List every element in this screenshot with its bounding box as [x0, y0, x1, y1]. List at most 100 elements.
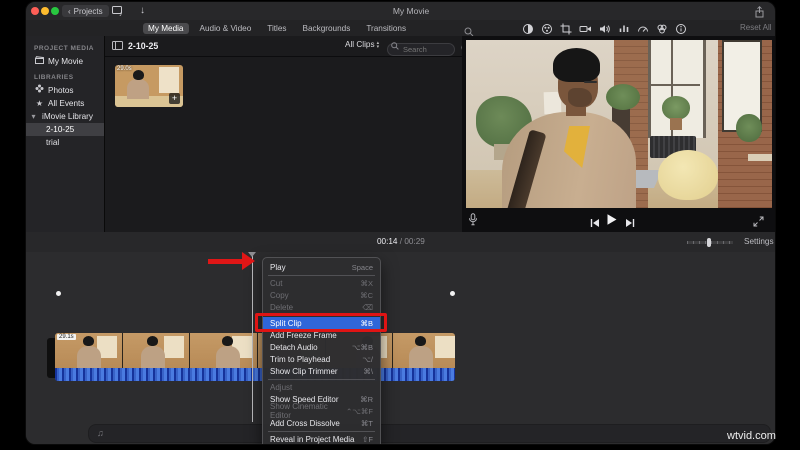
timeline-header: 00:14 / 00:29: [26, 232, 775, 253]
add-to-timeline-button[interactable]: +: [169, 93, 180, 104]
background-music-lane[interactable]: ♫: [88, 424, 771, 443]
sidebar-toggle-icon[interactable]: [112, 37, 123, 55]
sidebar-item-photos[interactable]: Photos: [26, 84, 104, 97]
play-button[interactable]: [605, 213, 618, 231]
timeline[interactable]: 29.1s ♫: [26, 252, 775, 444]
person-beard-shape: [568, 88, 592, 107]
zoom-slider-thumb[interactable]: [707, 238, 711, 247]
tab-audio-video[interactable]: Audio & Video: [195, 23, 257, 34]
browser-event-title: 2-10-25: [128, 41, 158, 51]
side-table-shape: [748, 154, 772, 161]
watermark: wtvid.com: [727, 430, 776, 442]
crop-icon[interactable]: [560, 23, 572, 35]
tab-my-media[interactable]: My Media: [143, 23, 189, 34]
media-organizer-icon[interactable]: ♪: [112, 6, 124, 18]
sidebar-label: iMovie Library: [42, 110, 93, 123]
color-correction-icon[interactable]: [541, 23, 553, 35]
timeline-zoom-slider[interactable]: [687, 241, 733, 244]
zoom-button[interactable]: [51, 7, 59, 15]
annotation-highlight-box: [255, 313, 387, 332]
menu-item-delete: Delete⌫: [263, 301, 380, 313]
search-field[interactable]: [387, 39, 455, 52]
info-icon[interactable]: [675, 23, 687, 35]
clip-filter-value: All Clips: [345, 40, 375, 49]
tab-transitions[interactable]: Transitions: [361, 23, 411, 34]
browser-header: 2-10-25 All Clips ▴▾: [105, 36, 462, 57]
section-libraries: LIBRARIES: [26, 71, 104, 84]
menu-item-show-clip-trimmer[interactable]: Show Clip Trimmer⌘\: [263, 365, 380, 377]
sidebar-item-event-trial[interactable]: trial: [26, 136, 104, 149]
playhead-line[interactable]: [252, 252, 253, 422]
clip-filter-dropdown[interactable]: All Clips ▴▾: [345, 40, 379, 49]
frame-person-shape: [216, 346, 240, 368]
video-preview[interactable]: [466, 40, 772, 208]
annotation-arrow-head: [242, 252, 255, 270]
viewer-adjust-toolbar: [522, 22, 687, 35]
back-chevron-icon: ‹: [68, 7, 71, 16]
sidebar-item-my-movie[interactable]: My Movie: [26, 55, 104, 68]
menu-separator: [268, 275, 375, 276]
back-to-projects-button[interactable]: ‹ Projects: [62, 5, 109, 17]
timeline-clip[interactable]: 29.1s: [55, 333, 455, 381]
time-divider: /: [400, 237, 402, 246]
thumb-person-shape: [127, 79, 149, 99]
frame-window-shape: [164, 336, 184, 358]
frame-person-shape: [141, 346, 165, 368]
clip-filmstrip: [55, 333, 455, 368]
close-button[interactable]: [31, 7, 39, 15]
time-total: 00:29: [404, 237, 425, 246]
annotation-arrow: [208, 259, 242, 264]
speed-icon[interactable]: [637, 23, 649, 35]
person-beanie-shape: [553, 48, 600, 82]
libraries-sidebar: PROJECT MEDIA My Movie LIBRARIES Photos …: [26, 36, 105, 232]
sidebar-label: trial: [46, 136, 59, 149]
sidebar-item-imovie-library[interactable]: ▾ iMovie Library: [26, 110, 104, 123]
menu-item-reveal-in-project-media[interactable]: Reveal in Project Media⇧F: [263, 433, 380, 444]
menu-item-show-cinematic-editor: Show Cinematic Editor⌃⌥⌘F: [263, 405, 380, 417]
beanbag-shape: [658, 150, 718, 200]
next-frame-button[interactable]: [625, 215, 635, 233]
shelf-plant-shape: [606, 84, 640, 110]
volume-icon[interactable]: [599, 23, 611, 35]
transport-controls: [462, 208, 775, 232]
minimize-button[interactable]: [41, 7, 49, 15]
sidebar-item-all-events[interactable]: ★ All Events: [26, 97, 104, 110]
right-plant-shape: [736, 114, 762, 142]
chevron-down-icon: ▾: [29, 110, 38, 123]
fullscreen-icon[interactable]: [753, 214, 764, 232]
clip-filter-icon[interactable]: [656, 23, 668, 35]
tab-titles[interactable]: Titles: [262, 23, 291, 34]
clip-trim-handle[interactable]: [47, 338, 55, 378]
menu-item-trim-to-playhead[interactable]: Trim to Playhead⌥/: [263, 353, 380, 365]
waveform-handle-left[interactable]: [56, 291, 61, 296]
sidebar-label: Photos: [48, 84, 74, 97]
tab-backgrounds[interactable]: Backgrounds: [298, 23, 356, 34]
settings-button[interactable]: Settings: [744, 237, 774, 246]
previous-frame-button[interactable]: [590, 215, 600, 233]
frame-person-shape: [409, 346, 433, 368]
menu-item-play[interactable]: PlaySpace: [263, 261, 380, 273]
import-icon[interactable]: ↓: [140, 5, 145, 16]
back-label: Projects: [74, 7, 103, 16]
menu-item-copy: Copy⌘C: [263, 289, 380, 301]
browser-clip-thumbnail[interactable]: 29.0s +: [115, 65, 183, 107]
frame-person-shape: [77, 346, 101, 368]
section-project-media: PROJECT MEDIA: [26, 42, 104, 55]
sidebar-label: My Movie: [48, 55, 83, 68]
menu-item-add-cross-dissolve[interactable]: Add Cross Dissolve⌘T: [263, 417, 380, 429]
waveform-handle-right[interactable]: [450, 291, 455, 296]
viewer-panel: [462, 36, 775, 232]
sill-plant-shape: [662, 96, 690, 120]
imovie-window: ‹ Projects ♪ ↓ My Movie My Media Audio &…: [26, 2, 775, 444]
time-current: 00:14: [377, 237, 398, 246]
color-balance-icon[interactable]: [522, 23, 534, 35]
clip-audio-waveform: [55, 368, 455, 381]
stabilization-icon[interactable]: [579, 23, 592, 35]
menu-item-detach-audio[interactable]: Detach Audio⌥⌘B: [263, 341, 380, 353]
noise-reduction-icon[interactable]: [618, 23, 630, 35]
window-title: My Movie: [366, 6, 456, 16]
updown-chevron-icon: ▴▾: [377, 41, 380, 49]
voiceover-mic-icon[interactable]: [468, 213, 478, 231]
reset-all-button[interactable]: Reset All: [740, 23, 772, 32]
sidebar-item-event-2-10-25[interactable]: 2-10-25: [26, 123, 104, 136]
